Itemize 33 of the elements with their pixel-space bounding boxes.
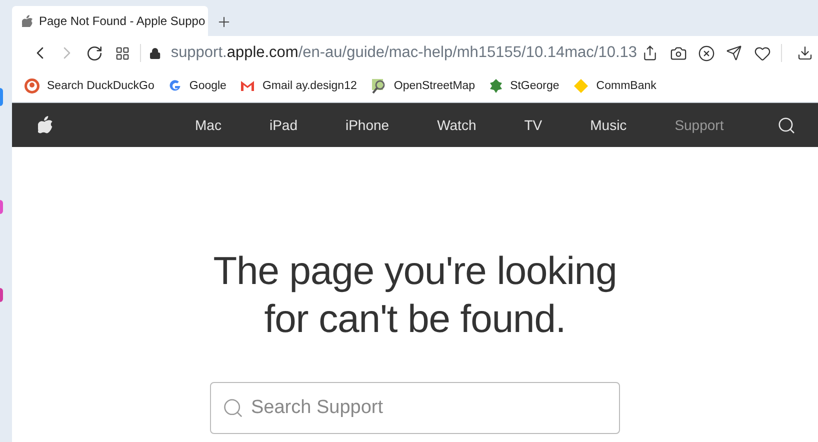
lock-icon	[148, 46, 161, 60]
apple-logo-icon	[22, 14, 33, 28]
envelope-icon	[240, 80, 256, 92]
bookmark-link[interactable]: Search DuckDuckGo	[24, 78, 154, 94]
nav-link[interactable]: TV	[500, 117, 566, 133]
page-heading: The page you're looking for can't be found.	[212, 249, 618, 343]
nav-link[interactable]: iPad	[245, 117, 322, 133]
bookmark-link[interactable]: CommBank	[573, 78, 656, 94]
apple-logo-icon	[38, 116, 53, 134]
tab-title: Page Not Found - Apple Suppo	[39, 14, 206, 28]
sidebar-app-icon[interactable]	[0, 288, 3, 302]
magnifier-map-icon	[370, 78, 387, 94]
sidebar-app-icon[interactable]	[0, 200, 3, 214]
nav-link[interactable]: Mac	[171, 117, 246, 133]
search-field[interactable]: Search Support	[210, 382, 620, 434]
letter-g-icon	[168, 79, 182, 93]
browser-tab[interactable]: Page Not Found - Apple Suppo	[12, 6, 208, 36]
nav-link[interactable]: Support	[650, 117, 748, 133]
search-icon	[222, 397, 244, 419]
url-field[interactable]: support.apple.com/en-au/guide/mac-help/mh15155/10.14mac/10.13	[170, 44, 637, 62]
nav-link[interactable]: Music	[566, 117, 651, 133]
nav-link[interactable]: Watch	[413, 117, 500, 133]
duck-icon	[24, 78, 40, 94]
sidebar-tab-icon[interactable]	[0, 88, 3, 106]
new-tab-button[interactable]	[216, 14, 232, 30]
dragon-icon	[489, 78, 504, 94]
bookmark-link[interactable]: StGeorge	[489, 78, 560, 94]
bookmark-link[interactable]: Google	[168, 79, 226, 93]
bookmark-link[interactable]: Gmail ay.design12	[240, 80, 357, 92]
nav-link[interactable]: iPhone	[321, 117, 414, 133]
diamond-icon	[573, 78, 590, 94]
bookmark-link[interactable]: OpenStreetMap	[370, 78, 476, 94]
search-icon[interactable]	[777, 116, 796, 134]
